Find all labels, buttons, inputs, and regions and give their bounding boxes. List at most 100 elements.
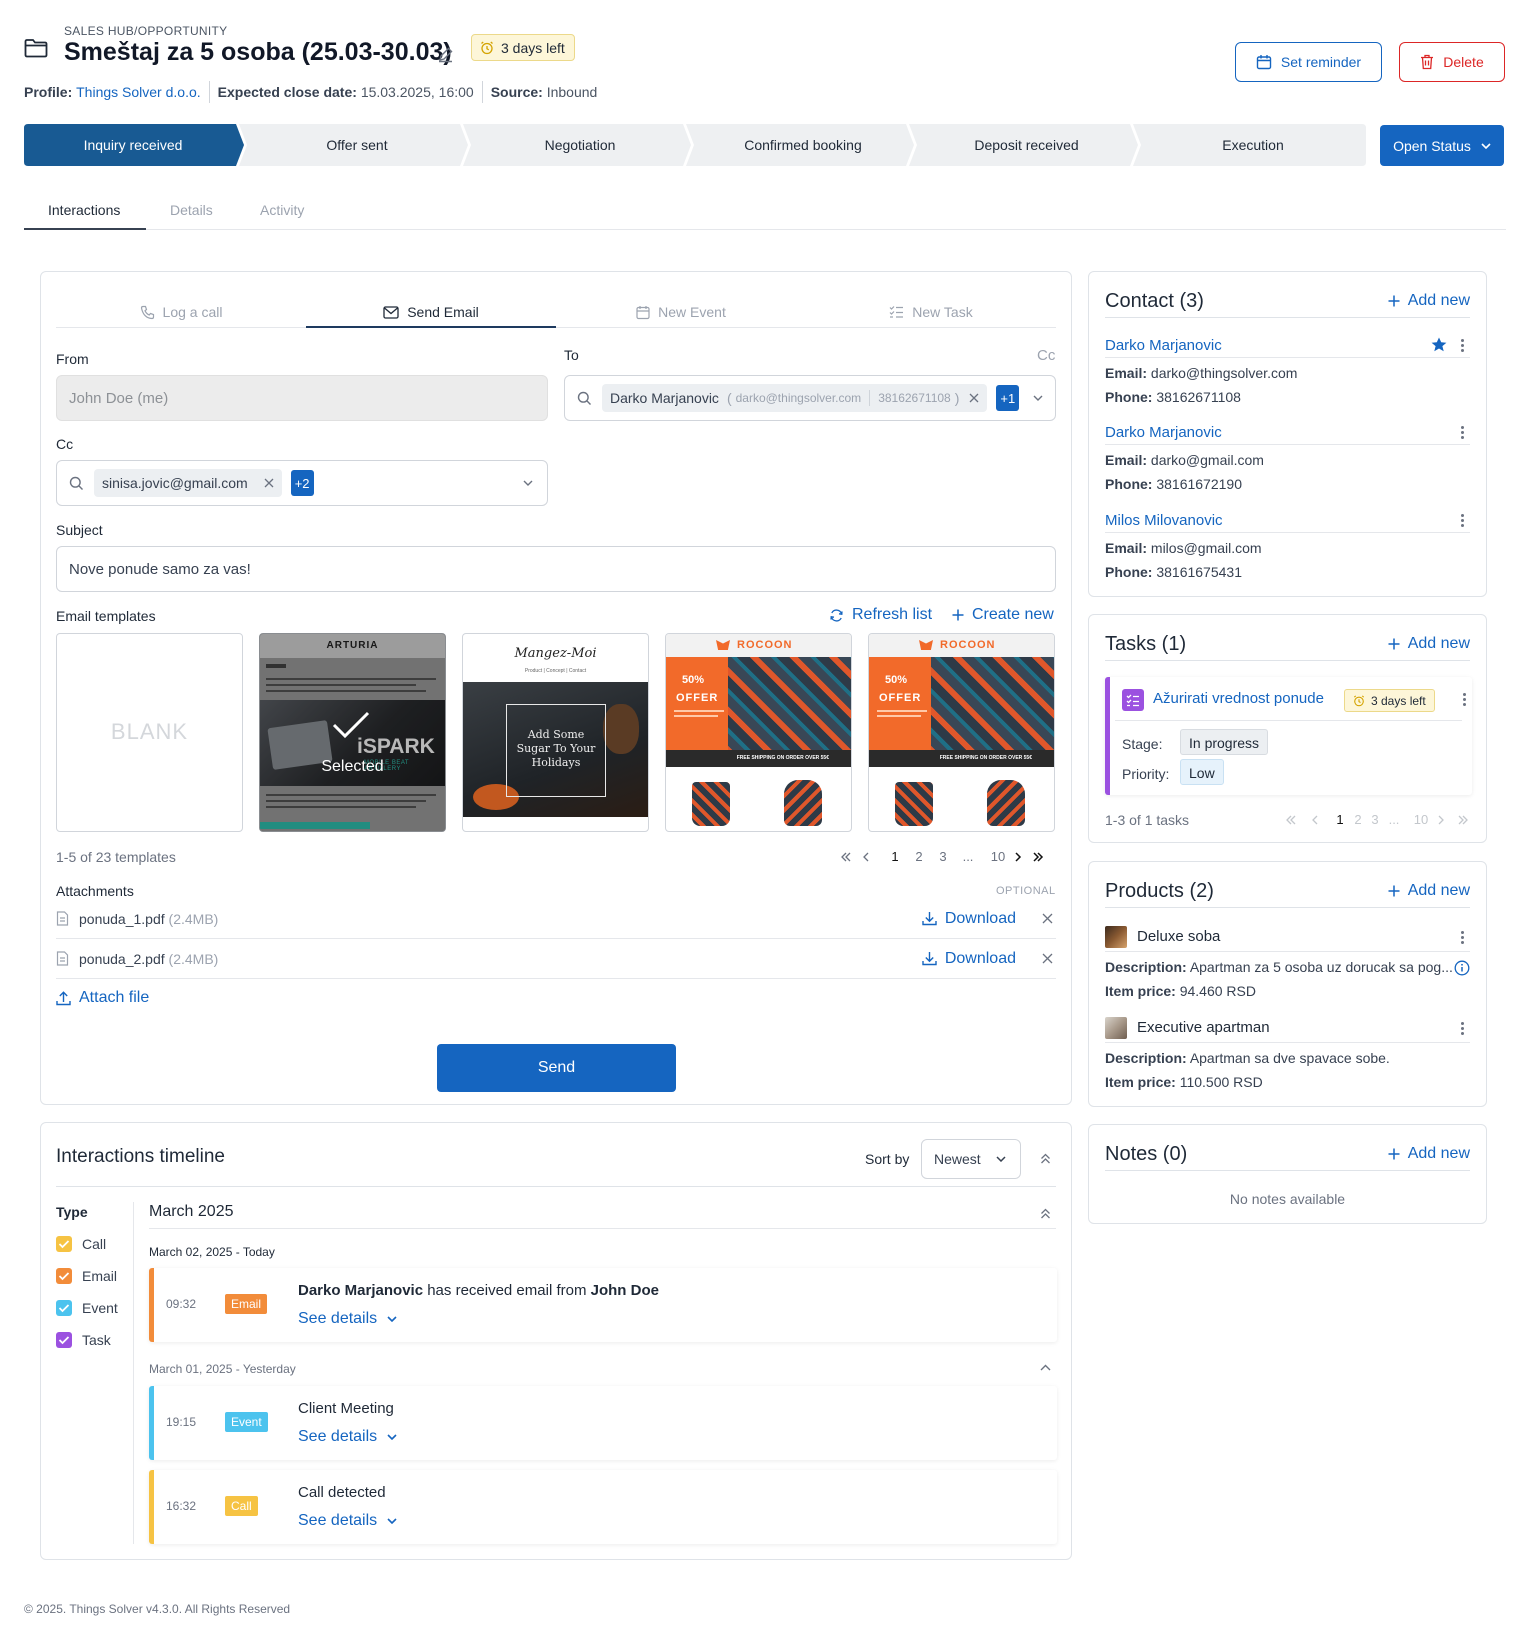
tab-details[interactable]: Details xyxy=(170,202,213,218)
filter-email-checkbox[interactable] xyxy=(56,1268,72,1284)
pipeline-stages: Inquiry received Offer sent Negotiation … xyxy=(24,124,1366,166)
tab-interactions[interactable]: Interactions xyxy=(48,202,120,218)
more-options-icon[interactable] xyxy=(1463,693,1466,708)
download-button[interactable]: Download xyxy=(922,910,1016,928)
page-1[interactable]: 1 xyxy=(884,849,906,864)
last-page-icon[interactable] xyxy=(1457,815,1481,825)
remove-attachment-icon[interactable] xyxy=(1042,953,1053,964)
add-note-button[interactable]: Add new xyxy=(1388,1145,1470,1163)
add-product-button[interactable]: Add new xyxy=(1388,882,1470,900)
download-button[interactable]: Download xyxy=(922,950,1016,968)
open-status-button[interactable]: Open Status xyxy=(1380,125,1504,166)
next-page-icon[interactable] xyxy=(1014,851,1032,862)
prev-page-icon[interactable] xyxy=(1311,815,1331,825)
more-options-icon[interactable] xyxy=(1461,339,1464,354)
remove-attachment-icon[interactable] xyxy=(1042,913,1053,924)
stage-offer-sent[interactable]: Offer sent xyxy=(246,124,468,166)
filter-event-checkbox[interactable] xyxy=(56,1300,72,1316)
template-rocoon-2[interactable]: ROCOON 50% OFFER FREE SHIPPING ON ORDER … xyxy=(868,633,1055,832)
see-details-link[interactable]: See details xyxy=(298,1428,397,1446)
chevron-up-icon[interactable] xyxy=(1040,1364,1051,1371)
collapse-icon[interactable] xyxy=(1040,1208,1051,1219)
contact-name[interactable]: Milos Milovanovic xyxy=(1105,512,1223,529)
prev-page-icon[interactable] xyxy=(862,852,884,862)
template-arturia[interactable]: ARTURIA iSPARK MOBILE BEAT ARTILLERY Sel… xyxy=(259,633,446,832)
delete-button[interactable]: Delete xyxy=(1399,42,1505,82)
template-blank[interactable]: BLANK xyxy=(56,633,243,832)
refresh-list-button[interactable]: Refresh list xyxy=(829,606,932,624)
page-ellipsis: ... xyxy=(962,849,974,864)
page-3[interactable]: 3 xyxy=(932,849,954,864)
cc-more-badge[interactable]: +2 xyxy=(290,470,314,496)
add-task-button[interactable]: Add new xyxy=(1388,635,1470,653)
sort-select[interactable]: Newest xyxy=(921,1139,1021,1179)
see-details-label: See details xyxy=(298,1310,378,1327)
to-field[interactable]: Darko Marjanovic ( darko@thingsolver.com… xyxy=(564,375,1056,421)
attach-file-button[interactable]: Attach file xyxy=(56,989,149,1007)
cc-toggle[interactable]: Cc xyxy=(1037,347,1055,364)
subtab-new-event[interactable]: New Event xyxy=(556,297,806,327)
template-mangez-moi[interactable]: Mangez-Moi Product | Concept | Contact A… xyxy=(462,633,649,832)
checkmark-icon xyxy=(331,710,371,740)
more-options-icon[interactable] xyxy=(1461,1022,1464,1037)
subtab-new-task[interactable]: New Task xyxy=(806,297,1056,327)
profile-link[interactable]: Things Solver d.o.o. xyxy=(76,84,201,100)
stage-negotiation[interactable]: Negotiation xyxy=(470,124,690,166)
edit-icon[interactable] xyxy=(437,46,454,63)
task-item[interactable]: Ažurirati vrednost ponude 3 days left St… xyxy=(1105,677,1472,795)
create-template-button[interactable]: Create new xyxy=(952,606,1054,624)
filter-task-checkbox[interactable] xyxy=(56,1332,72,1348)
collapse-icon[interactable] xyxy=(1040,1153,1051,1164)
chevron-down-icon[interactable] xyxy=(523,480,533,486)
page-10[interactable]: 10 xyxy=(982,849,1014,864)
file-icon xyxy=(56,951,69,966)
template-rocoon-1[interactable]: ROCOON 50% OFFER FREE SHIPPING ON ORDER … xyxy=(665,633,852,832)
attach-file-label: Attach file xyxy=(79,989,150,1006)
add-contact-button[interactable]: Add new xyxy=(1388,292,1470,310)
attachment-size: (2.4MB) xyxy=(168,950,219,967)
page-1[interactable]: 1 xyxy=(1331,812,1349,827)
breadcrumb[interactable]: SALES HUB/OPPORTUNITY xyxy=(64,24,227,38)
product-name[interactable]: Deluxe soba xyxy=(1137,928,1220,945)
stage-deposit-received[interactable]: Deposit received xyxy=(916,124,1137,166)
contact-name[interactable]: Darko Marjanovic xyxy=(1105,424,1222,441)
remove-chip-icon[interactable] xyxy=(969,393,979,403)
page-2[interactable]: 2 xyxy=(1349,812,1367,827)
chevron-down-icon[interactable] xyxy=(1033,395,1043,401)
send-button[interactable]: Send xyxy=(437,1044,676,1092)
filter-email-label: Email xyxy=(82,1268,118,1284)
see-details-label: See details xyxy=(298,1428,378,1445)
stage-inquiry-received[interactable]: Inquiry received xyxy=(24,124,242,166)
page-3[interactable]: 3 xyxy=(1367,812,1383,827)
subject-input[interactable]: Nove ponude samo za vas! xyxy=(56,546,1056,592)
remove-chip-icon[interactable] xyxy=(264,478,274,488)
first-page-icon[interactable] xyxy=(1285,815,1311,825)
see-details-link[interactable]: See details xyxy=(298,1310,397,1328)
next-page-icon[interactable] xyxy=(1437,815,1457,825)
contact-name[interactable]: Darko Marjanovic xyxy=(1105,337,1222,354)
to-more-badge[interactable]: +1 xyxy=(996,385,1020,411)
day-heading: March 02, 2025 - Today xyxy=(149,1245,275,1259)
attachment-row: ponuda_1.pdf (2.4MB) Download xyxy=(56,899,1056,939)
more-options-icon[interactable] xyxy=(1461,426,1464,441)
to-chip-name: Darko Marjanovic xyxy=(610,390,719,406)
page-10[interactable]: 10 xyxy=(1405,812,1437,827)
see-details-link[interactable]: See details xyxy=(298,1512,397,1530)
first-page-icon[interactable] xyxy=(840,852,862,862)
stage-confirmed-booking[interactable]: Confirmed booking xyxy=(693,124,913,166)
cc-field[interactable]: sinisa.jovic@gmail.com +2 xyxy=(56,460,548,506)
subtab-send-email[interactable]: Send Email xyxy=(306,297,556,327)
page-2[interactable]: 2 xyxy=(906,849,932,864)
set-reminder-button[interactable]: Set reminder xyxy=(1235,42,1382,82)
task-name[interactable]: Ažurirati vrednost ponude xyxy=(1153,690,1324,707)
stage-execution[interactable]: Execution xyxy=(1140,124,1366,166)
filter-call-checkbox[interactable] xyxy=(56,1236,72,1252)
info-icon[interactable] xyxy=(1454,960,1470,976)
more-options-icon[interactable] xyxy=(1461,514,1464,529)
tab-activity[interactable]: Activity xyxy=(260,202,304,218)
star-icon[interactable] xyxy=(1431,337,1447,352)
more-options-icon[interactable] xyxy=(1461,931,1464,946)
product-name[interactable]: Executive apartman xyxy=(1137,1019,1270,1036)
last-page-icon[interactable] xyxy=(1032,851,1058,862)
subtab-log-call[interactable]: Log a call xyxy=(56,297,306,327)
